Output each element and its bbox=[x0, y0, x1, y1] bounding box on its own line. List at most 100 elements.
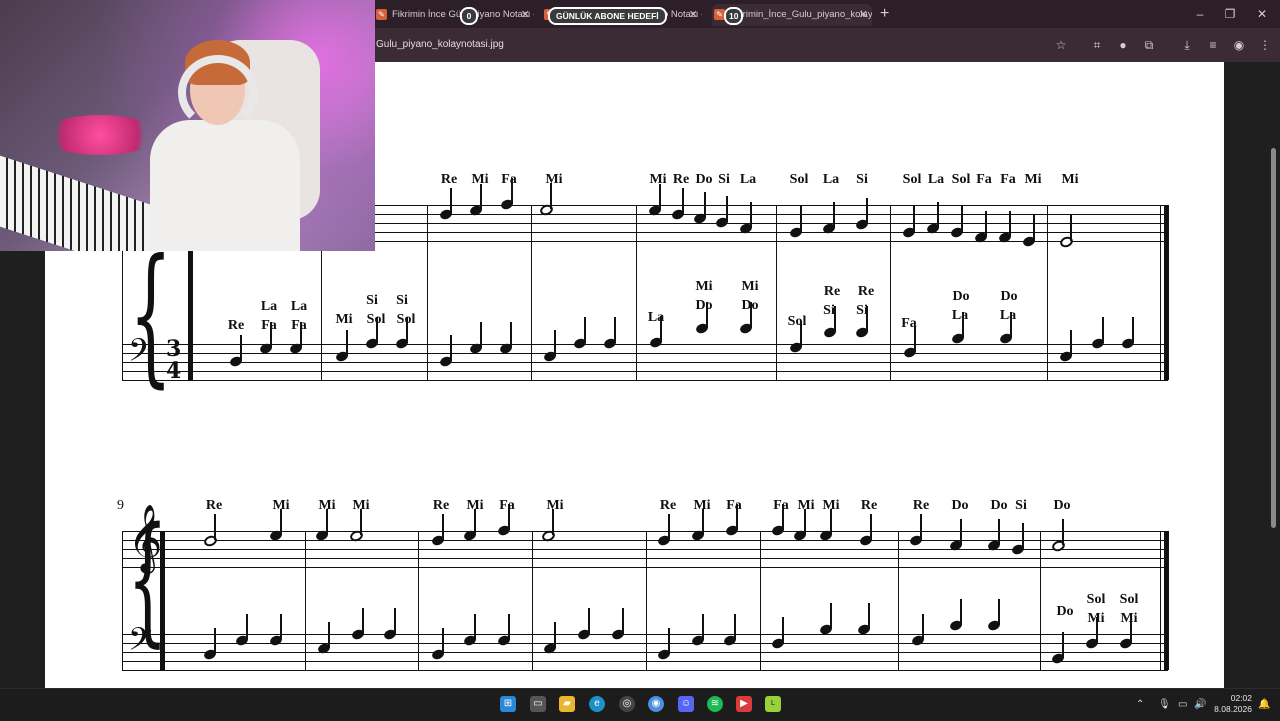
taskbar: ⊞ ▭ ▰ e ◎ ◉ ☺ ≋ ▶ L ⌃ 🎙 ▭ 🔊 02:02 8.08.2… bbox=[0, 688, 1280, 720]
note-label: Re bbox=[823, 284, 841, 299]
note-stem bbox=[962, 312, 964, 338]
scrollbar-thumb[interactable] bbox=[1271, 148, 1276, 528]
close-tab-icon[interactable]: ✕ bbox=[689, 4, 698, 26]
note-label: Si bbox=[1015, 498, 1027, 513]
note-stem bbox=[1096, 617, 1098, 643]
note-label: Mi bbox=[335, 312, 353, 327]
note-stem bbox=[474, 614, 476, 640]
note-stem bbox=[682, 188, 684, 214]
note-stem bbox=[702, 509, 704, 535]
note-stem bbox=[510, 322, 512, 348]
note-label: Si bbox=[396, 293, 408, 308]
chrome-icon[interactable]: ◉ bbox=[648, 696, 664, 712]
note-stem bbox=[1009, 211, 1011, 237]
media-icon[interactable]: ≡ bbox=[1204, 36, 1222, 54]
download-icon[interactable]: ⤓ bbox=[1178, 36, 1196, 54]
close-tab-icon[interactable]: ✕ bbox=[521, 4, 530, 26]
note-stem bbox=[960, 519, 962, 545]
pdf-favicon-icon: ✎ bbox=[376, 9, 387, 20]
edge-browser-icon[interactable]: e bbox=[589, 696, 605, 712]
note-label: La bbox=[951, 308, 969, 323]
note-stem bbox=[511, 178, 513, 204]
note-label: Do bbox=[952, 289, 970, 304]
webcam-flowers bbox=[40, 115, 160, 155]
note-stem bbox=[326, 509, 328, 535]
note-stem bbox=[480, 322, 482, 348]
note-stem bbox=[214, 514, 216, 540]
note-stem bbox=[552, 509, 554, 535]
note-stem bbox=[834, 306, 836, 332]
file-explorer-icon[interactable]: ▰ bbox=[559, 696, 575, 712]
obs-icon[interactable]: ◎ bbox=[619, 696, 635, 712]
note-stem bbox=[866, 198, 868, 224]
close-tab-icon[interactable]: ✕ bbox=[859, 4, 868, 26]
note-stem bbox=[346, 330, 348, 356]
overlay-left-count: 0 bbox=[460, 7, 478, 25]
note-stem bbox=[554, 622, 556, 648]
note-label: Sol bbox=[902, 172, 922, 187]
note-stem bbox=[736, 504, 738, 530]
discord-icon[interactable]: ☺ bbox=[678, 696, 694, 712]
note-label: Sol bbox=[1086, 592, 1106, 607]
close-window-button[interactable]: ✕ bbox=[1250, 4, 1274, 24]
notification-icon[interactable]: 🔔 bbox=[1258, 689, 1270, 721]
maximize-button[interactable]: ❐ bbox=[1218, 4, 1242, 24]
note-label: Sol bbox=[951, 172, 971, 187]
note-stem bbox=[750, 302, 752, 328]
note-stem bbox=[914, 326, 916, 352]
bookmark-star-icon[interactable]: ☆ bbox=[1052, 36, 1070, 54]
note-stem bbox=[376, 317, 378, 343]
note-label: Do bbox=[1000, 289, 1018, 304]
note-stem bbox=[668, 514, 670, 540]
menu-kebab-icon[interactable]: ⋮ bbox=[1256, 36, 1274, 54]
note-label: Fa bbox=[726, 498, 742, 513]
browser-tab-1[interactable]: ✎ Fikrimin İnce Gülü Piyano Notası - ✕ bbox=[374, 4, 534, 26]
network-icon[interactable]: ▭ bbox=[1178, 689, 1187, 721]
note-stem bbox=[1022, 523, 1024, 549]
note-stem bbox=[870, 514, 872, 540]
live-app-icon[interactable]: L bbox=[765, 696, 781, 712]
note-stem bbox=[913, 206, 915, 232]
extension-icon[interactable]: ● bbox=[1114, 36, 1132, 54]
note-stem bbox=[961, 206, 963, 232]
webcam-headset bbox=[178, 55, 258, 130]
note-label: La bbox=[290, 299, 308, 314]
note-label: Fa bbox=[501, 172, 517, 187]
profile-avatar-icon[interactable]: ◉ bbox=[1230, 36, 1248, 54]
note-stem bbox=[830, 509, 832, 535]
note-label: Re bbox=[227, 318, 245, 333]
streaming-app-icon[interactable]: ▶ bbox=[736, 696, 752, 712]
note-label: Do bbox=[1056, 604, 1074, 619]
tray-chevron-icon[interactable]: ⌃ bbox=[1136, 689, 1144, 721]
note-stem bbox=[1033, 215, 1035, 241]
new-tab-button[interactable]: + bbox=[880, 4, 894, 24]
task-view-icon[interactable]: ▭ bbox=[530, 696, 546, 712]
note-label: Mi bbox=[1120, 611, 1138, 626]
clock[interactable]: 02:02 8.08.2026 bbox=[1196, 693, 1252, 715]
overlay-right-count: 10 bbox=[724, 7, 744, 25]
translate-icon[interactable]: ⌗ bbox=[1088, 36, 1106, 54]
note-stem bbox=[706, 302, 708, 328]
note-label: Mi bbox=[1061, 172, 1079, 187]
note-stem bbox=[508, 614, 510, 640]
note-stem bbox=[704, 192, 706, 218]
note-label: Do bbox=[695, 298, 713, 313]
note-label: La bbox=[822, 172, 840, 187]
start-windows-icon[interactable]: ⊞ bbox=[500, 696, 516, 712]
microphone-icon[interactable]: 🎙 bbox=[1158, 689, 1171, 721]
spotify-icon[interactable]: ≋ bbox=[707, 696, 723, 712]
note-stem bbox=[214, 628, 216, 654]
measure-number: 9 bbox=[117, 498, 124, 513]
minimize-button[interactable]: – bbox=[1188, 4, 1212, 24]
note-stem bbox=[450, 188, 452, 214]
note-stem bbox=[868, 603, 870, 629]
note-label: Mi bbox=[741, 279, 759, 294]
note-label: Re bbox=[659, 498, 677, 513]
note-label: Mi bbox=[545, 172, 563, 187]
note-stem bbox=[480, 184, 482, 210]
note-stem bbox=[1132, 317, 1134, 343]
note-label: Re bbox=[205, 498, 223, 513]
note-stem bbox=[726, 196, 728, 222]
note-label: La bbox=[999, 308, 1017, 323]
extensions-puzzle-icon[interactable]: ⧉ bbox=[1140, 36, 1158, 54]
